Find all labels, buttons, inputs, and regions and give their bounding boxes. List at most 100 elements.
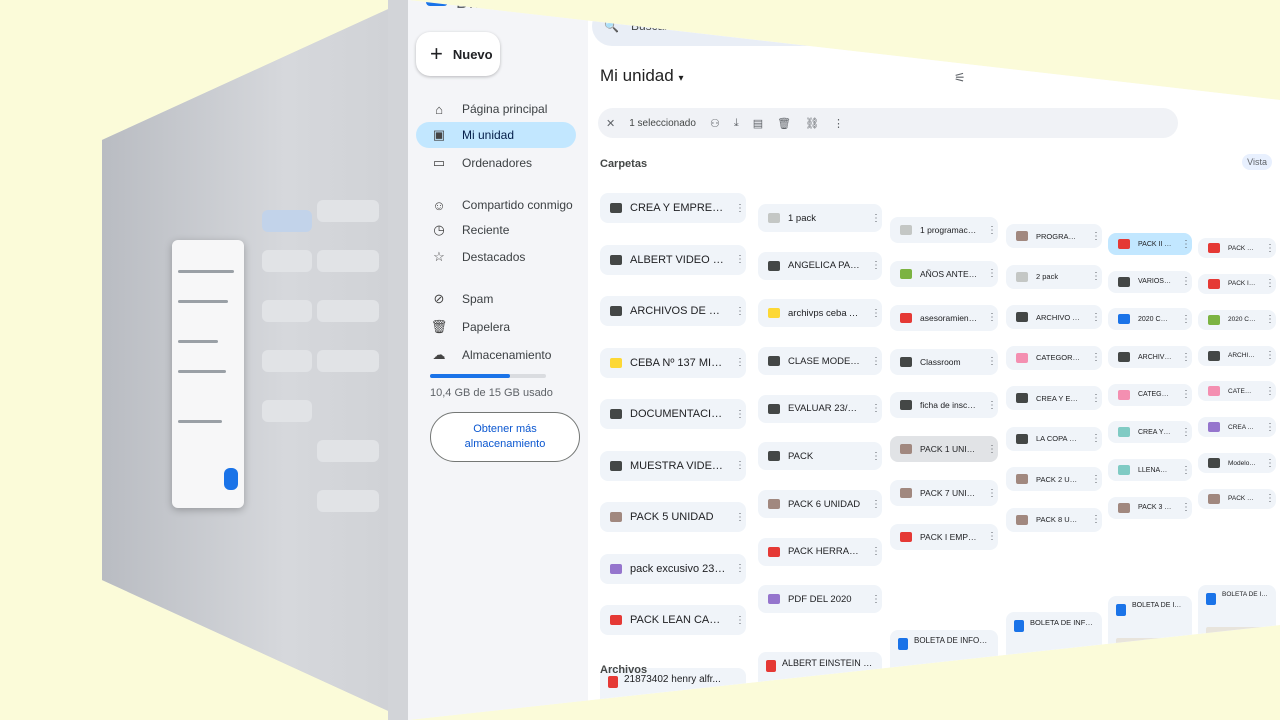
folder-item[interactable]: CREA Y EMPRENDE ... ⋮ xyxy=(1006,386,1102,411)
more-icon[interactable]: ⋮ xyxy=(1180,314,1192,325)
folder-item[interactable]: ARCHIVO CT5 EBA ⋮ xyxy=(1108,346,1192,369)
folder-item[interactable]: CREA Y EMPRENDE ... ⋮ xyxy=(600,193,746,223)
folder-item[interactable]: DOCUMENTACION ... ⋮ xyxy=(600,399,746,429)
folder-item[interactable]: Classroom ⋮ xyxy=(890,348,998,375)
more-icon[interactable]: ⋮ xyxy=(1090,231,1102,242)
file-item[interactable]: BOLETA DE INFORM... xyxy=(890,630,998,690)
more-icon[interactable]: ⋮ xyxy=(1090,352,1102,363)
folder-item[interactable]: CREA Y EMPRENDE... ⋮ xyxy=(1198,417,1276,438)
more-icon[interactable]: ⋮ xyxy=(1180,239,1192,250)
more-icon[interactable]: ⋮ xyxy=(1264,314,1276,325)
folder-item[interactable]: Modelo de ficha de... ⋮ xyxy=(1198,453,1276,474)
folder-item[interactable]: PACK II EMPRENDI... ⋮ xyxy=(1108,233,1192,255)
folder-item[interactable]: 1 programacion ⋮ xyxy=(890,217,998,243)
more-icon[interactable]: ⋮ xyxy=(1180,427,1192,438)
more-icon[interactable]: ⋮ xyxy=(734,254,746,265)
folder-item[interactable]: PACK III EMPRENDI... ⋮ xyxy=(1198,273,1276,294)
more-icon[interactable]: ⋮ xyxy=(734,306,746,317)
folder-item[interactable]: PACK 2 UNIDAD ⋮ xyxy=(1006,467,1102,492)
more-icon[interactable]: ⋮ xyxy=(1264,243,1276,254)
more-icon[interactable]: ⋮ xyxy=(870,451,882,462)
more-icon[interactable]: ⋮ xyxy=(1090,393,1102,404)
folder-item[interactable]: CATEGORIA B ⋮ xyxy=(1108,383,1192,406)
more-icon[interactable]: ⋮ xyxy=(833,117,844,130)
more-icon[interactable]: ⋮ xyxy=(870,356,882,367)
more-icon[interactable]: ⋮ xyxy=(870,499,882,510)
file-item[interactable]: BOLETA DE INFORM... xyxy=(1198,585,1276,645)
download-icon[interactable]: ⤓ xyxy=(734,117,739,130)
more-icon[interactable]: ⋮ xyxy=(1264,422,1276,433)
more-icon[interactable]: ⋮ xyxy=(986,268,998,279)
folder-item[interactable]: 1 pack ⋮ xyxy=(758,204,882,232)
folder-item[interactable]: MUESTRA VIDEO D... ⋮ xyxy=(600,450,746,481)
folder-item[interactable]: PACK 3 UNIDAD ⋮ xyxy=(1108,496,1192,519)
more-icon[interactable]: ⋮ xyxy=(1264,350,1276,361)
nav-trash[interactable]: 🗑 Papelera xyxy=(416,314,576,340)
folder-item[interactable]: AÑOS ANTERIORES... ⋮ xyxy=(890,260,998,287)
folder-item[interactable]: PACK 5 UNIDAD ⋮ xyxy=(600,502,746,532)
more-icon[interactable]: ⋮ xyxy=(1180,389,1192,400)
move-icon[interactable]: ▤ xyxy=(753,117,763,130)
folder-item[interactable]: PACK 8 UNIDAD ⋮ xyxy=(1006,507,1102,532)
file-item[interactable]: BOLETA DE INFORM... xyxy=(1108,596,1192,656)
search-bar[interactable]: 🔍 Buscar en Drive xyxy=(592,6,1252,46)
more-icon[interactable]: ⋮ xyxy=(986,488,998,499)
filter-icon[interactable]: ⚟ xyxy=(954,70,966,86)
more-icon[interactable]: ⋮ xyxy=(734,357,746,368)
nav-storage[interactable]: ☁ Almacenamiento xyxy=(416,342,576,368)
nav-my-drive[interactable]: ▣ Mi unidad xyxy=(416,122,576,148)
more-icon[interactable]: ⋮ xyxy=(734,409,746,420)
nav-starred[interactable]: ☆ Destacados xyxy=(416,244,576,270)
folder-item[interactable]: PACK LEAN CANVAS ⋮ xyxy=(600,605,746,635)
folder-item[interactable]: archivps ceba ALBE... ⋮ xyxy=(758,299,882,328)
folder-item[interactable]: ARCHIVO CREA Y E... ⋮ xyxy=(1006,305,1102,330)
file-item[interactable]: ALBERT EINSTEIN C... xyxy=(758,652,882,712)
folder-item[interactable]: LLENADO DE BOLE... ⋮ xyxy=(1108,459,1192,482)
folder-item[interactable]: asesoramiento 30 a... ⋮ xyxy=(890,304,998,331)
new-button[interactable]: + Nuevo xyxy=(416,32,500,76)
share-icon[interactable]: ⚇ xyxy=(710,117,720,130)
more-icon[interactable]: ⋮ xyxy=(734,460,746,471)
more-icon[interactable]: ⋮ xyxy=(986,225,998,236)
more-icon[interactable]: ⋮ xyxy=(986,400,998,411)
more-icon[interactable]: ⋮ xyxy=(986,312,998,323)
more-icon[interactable]: ⋮ xyxy=(1090,433,1102,444)
more-icon[interactable]: ⋮ xyxy=(1090,474,1102,485)
folder-item[interactable]: ALBERT VIDEO PRO... ⋮ xyxy=(600,244,746,275)
close-icon[interactable]: ✕ xyxy=(606,117,615,130)
more-icon[interactable]: ⋮ xyxy=(1264,386,1276,397)
more-icon[interactable]: ⋮ xyxy=(734,512,746,523)
more-icon[interactable]: ⋮ xyxy=(1180,502,1192,513)
trash-icon[interactable]: 🗑 xyxy=(777,117,791,130)
more-icon[interactable]: ⋮ xyxy=(1264,458,1276,469)
folder-item[interactable]: CLASE MODELO SE... ⋮ xyxy=(758,347,882,375)
more-icon[interactable]: ⋮ xyxy=(734,615,746,626)
folder-item[interactable]: PACK I EMPRENDIM... ⋮ xyxy=(890,523,998,550)
more-icon[interactable]: ⋮ xyxy=(1180,465,1192,476)
folder-item[interactable]: PACK DESING THIN... ⋮ xyxy=(1198,238,1276,258)
folder-item[interactable]: ARCHIVO CODA CE... ⋮ xyxy=(1198,345,1276,366)
nav-home[interactable]: ⌂ Página principal xyxy=(416,96,576,122)
more-icon[interactable]: ⋮ xyxy=(870,403,882,414)
more-icon[interactable]: ⋮ xyxy=(1180,352,1192,363)
folder-item[interactable]: ARCHIVOS DE BOLE... ⋮ xyxy=(600,296,746,326)
folder-item[interactable]: PROGRAMACION A... ⋮ xyxy=(1006,224,1102,248)
folder-item[interactable]: PDF DEL 2020 ⋮ xyxy=(758,585,882,614)
folder-item[interactable]: PACK 7 UNIDAD ⋮ xyxy=(890,480,998,507)
more-icon[interactable]: ⋮ xyxy=(734,203,746,214)
nav-recent[interactable]: ◷ Reciente xyxy=(416,217,576,243)
folder-item[interactable]: PACK 6 UNIDAD ⋮ xyxy=(758,490,882,519)
folder-item[interactable]: LA COPA DE LA VID... ⋮ xyxy=(1006,426,1102,451)
more-icon[interactable]: ⋮ xyxy=(986,444,998,455)
more-icon[interactable]: ⋮ xyxy=(986,531,998,542)
folder-item[interactable]: ficha de inscripcion ... ⋮ xyxy=(890,392,998,419)
more-icon[interactable]: ⋮ xyxy=(1180,276,1192,287)
folder-item[interactable]: CREA Y EMPRENDE... ⋮ xyxy=(1108,421,1192,444)
more-icon[interactable]: ⋮ xyxy=(870,594,882,605)
more-icon[interactable]: ⋮ xyxy=(1090,271,1102,282)
page-title[interactable]: Mi unidad ▾ xyxy=(600,66,683,86)
folder-item[interactable]: 2 pack ⋮ xyxy=(1006,264,1102,289)
folder-item[interactable]: CATEGORIA C ⋮ xyxy=(1198,381,1276,402)
more-icon[interactable]: ⋮ xyxy=(986,356,998,367)
nav-spam[interactable]: ⊘ Spam xyxy=(416,286,576,312)
